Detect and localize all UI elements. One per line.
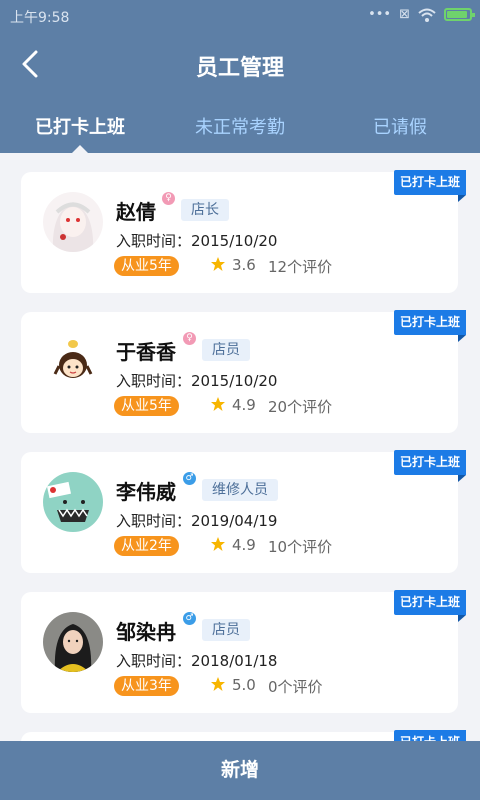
hire-date-value: 2015/10/20 — [191, 232, 278, 250]
experience-badge: 从业5年 — [114, 256, 179, 276]
more-icon: ••• — [368, 7, 392, 22]
role-tag: 维修人员 — [202, 479, 278, 501]
employee-name: 赵倩 — [116, 200, 156, 224]
anime-girl-avatar — [43, 192, 103, 252]
status-time: 上午9:58 — [10, 10, 70, 26]
employee-card[interactable]: 已打卡上班 邹染冉 ♂ 店员 入职时间：2018/01/18 从业3年 5.0 … — [21, 590, 467, 713]
woman-photo-avatar — [43, 612, 103, 672]
hire-date-value: 2018/01/18 — [191, 652, 278, 670]
status-icons: ••• ⊠ — [368, 7, 475, 22]
active-tab-indicator — [72, 145, 88, 153]
star-icon — [211, 257, 225, 271]
avatar — [43, 612, 103, 672]
status-badge: 已打卡上班 — [393, 590, 467, 622]
hire-date: 入职时间：2015/10/20 — [116, 230, 277, 251]
status-badge: 已打卡上班 — [393, 170, 467, 202]
status-badge: 已打卡上班 — [393, 310, 467, 342]
role-tag: 店长 — [181, 199, 229, 221]
tab-label: 已打卡上班 — [35, 117, 125, 138]
employee-list: 已打卡上班 赵倩 ♀ 店长 入职时间：2015/10/20 从业5年 3.6 1… — [21, 170, 467, 732]
hire-label: 入职时间： — [116, 372, 192, 390]
role-tag: 店员 — [202, 619, 250, 641]
battery-icon — [444, 8, 475, 21]
rating-score: 4.9 — [232, 536, 256, 554]
sim-icon: ⊠ — [399, 7, 410, 22]
green-monster-avatar — [43, 472, 103, 532]
avatar — [43, 332, 103, 392]
wifi-icon — [418, 8, 436, 22]
review-count: 12个评价 — [268, 258, 333, 276]
employee-name: 邹染冉 — [116, 620, 176, 644]
role-tag: 店员 — [202, 339, 250, 361]
female-icon: ♀ — [162, 192, 175, 205]
avatar — [43, 192, 103, 252]
hire-date: 入职时间：2018/01/18 — [116, 650, 277, 671]
status-badge: 已打卡上班 — [393, 450, 467, 482]
rating-score: 4.9 — [232, 396, 256, 414]
star-icon — [211, 537, 225, 551]
add-button[interactable]: 新增 — [0, 741, 480, 800]
star-icon — [211, 677, 225, 691]
review-count: 20个评价 — [268, 398, 333, 416]
hire-date-value: 2019/04/19 — [191, 512, 278, 530]
tab-abnormal-attendance[interactable]: 未正常考勤 — [160, 108, 320, 153]
employee-card[interactable]: 已打卡上班 李伟威 ♂ 维修人员 入职时间：2019/04/19 从业2年 4.… — [21, 450, 467, 573]
employee-card[interactable]: 已打卡上班 于香香 ♀ 店员 入职时间：2015/10/20 从业5年 4.9 … — [21, 310, 467, 433]
tab-checked-in[interactable]: 已打卡上班 — [0, 108, 160, 153]
cartoon-girl-avatar — [43, 332, 103, 392]
employee-name: 李伟威 — [116, 480, 176, 504]
tab-label: 已请假 — [373, 117, 427, 138]
hire-label: 入职时间： — [116, 232, 192, 250]
tab-bar: 已打卡上班 未正常考勤 已请假 — [0, 108, 480, 153]
tab-label: 未正常考勤 — [195, 117, 285, 138]
experience-badge: 从业5年 — [114, 396, 179, 416]
hire-date-value: 2015/10/20 — [191, 372, 278, 390]
status-bar: 上午9:58 ••• ⊠ — [0, 0, 480, 32]
review-count: 0个评价 — [268, 678, 323, 696]
hire-label: 入职时间： — [116, 512, 192, 530]
male-icon: ♂ — [183, 472, 196, 485]
hire-label: 入职时间： — [116, 652, 192, 670]
experience-badge: 从业3年 — [114, 676, 179, 696]
employee-card[interactable]: 已打卡上班 赵倩 ♀ 店长 入职时间：2015/10/20 从业5年 3.6 1… — [21, 170, 467, 293]
page-title: 员工管理 — [195, 56, 284, 81]
experience-badge: 从业2年 — [114, 536, 179, 556]
employee-name: 于香香 — [116, 340, 176, 364]
rating-score: 5.0 — [232, 676, 256, 694]
tab-on-leave[interactable]: 已请假 — [320, 108, 480, 153]
header: 上午9:58 ••• ⊠ 员工管理 已打卡上班 未正常考勤 已请假 — [0, 0, 480, 153]
male-icon: ♂ — [183, 612, 196, 625]
star-icon — [211, 397, 225, 411]
hire-date: 入职时间：2015/10/20 — [116, 370, 277, 391]
rating-score: 3.6 — [232, 256, 256, 274]
hire-date: 入职时间：2019/04/19 — [116, 510, 277, 531]
avatar — [43, 472, 103, 532]
review-count: 10个评价 — [268, 538, 333, 556]
female-icon: ♀ — [183, 332, 196, 345]
